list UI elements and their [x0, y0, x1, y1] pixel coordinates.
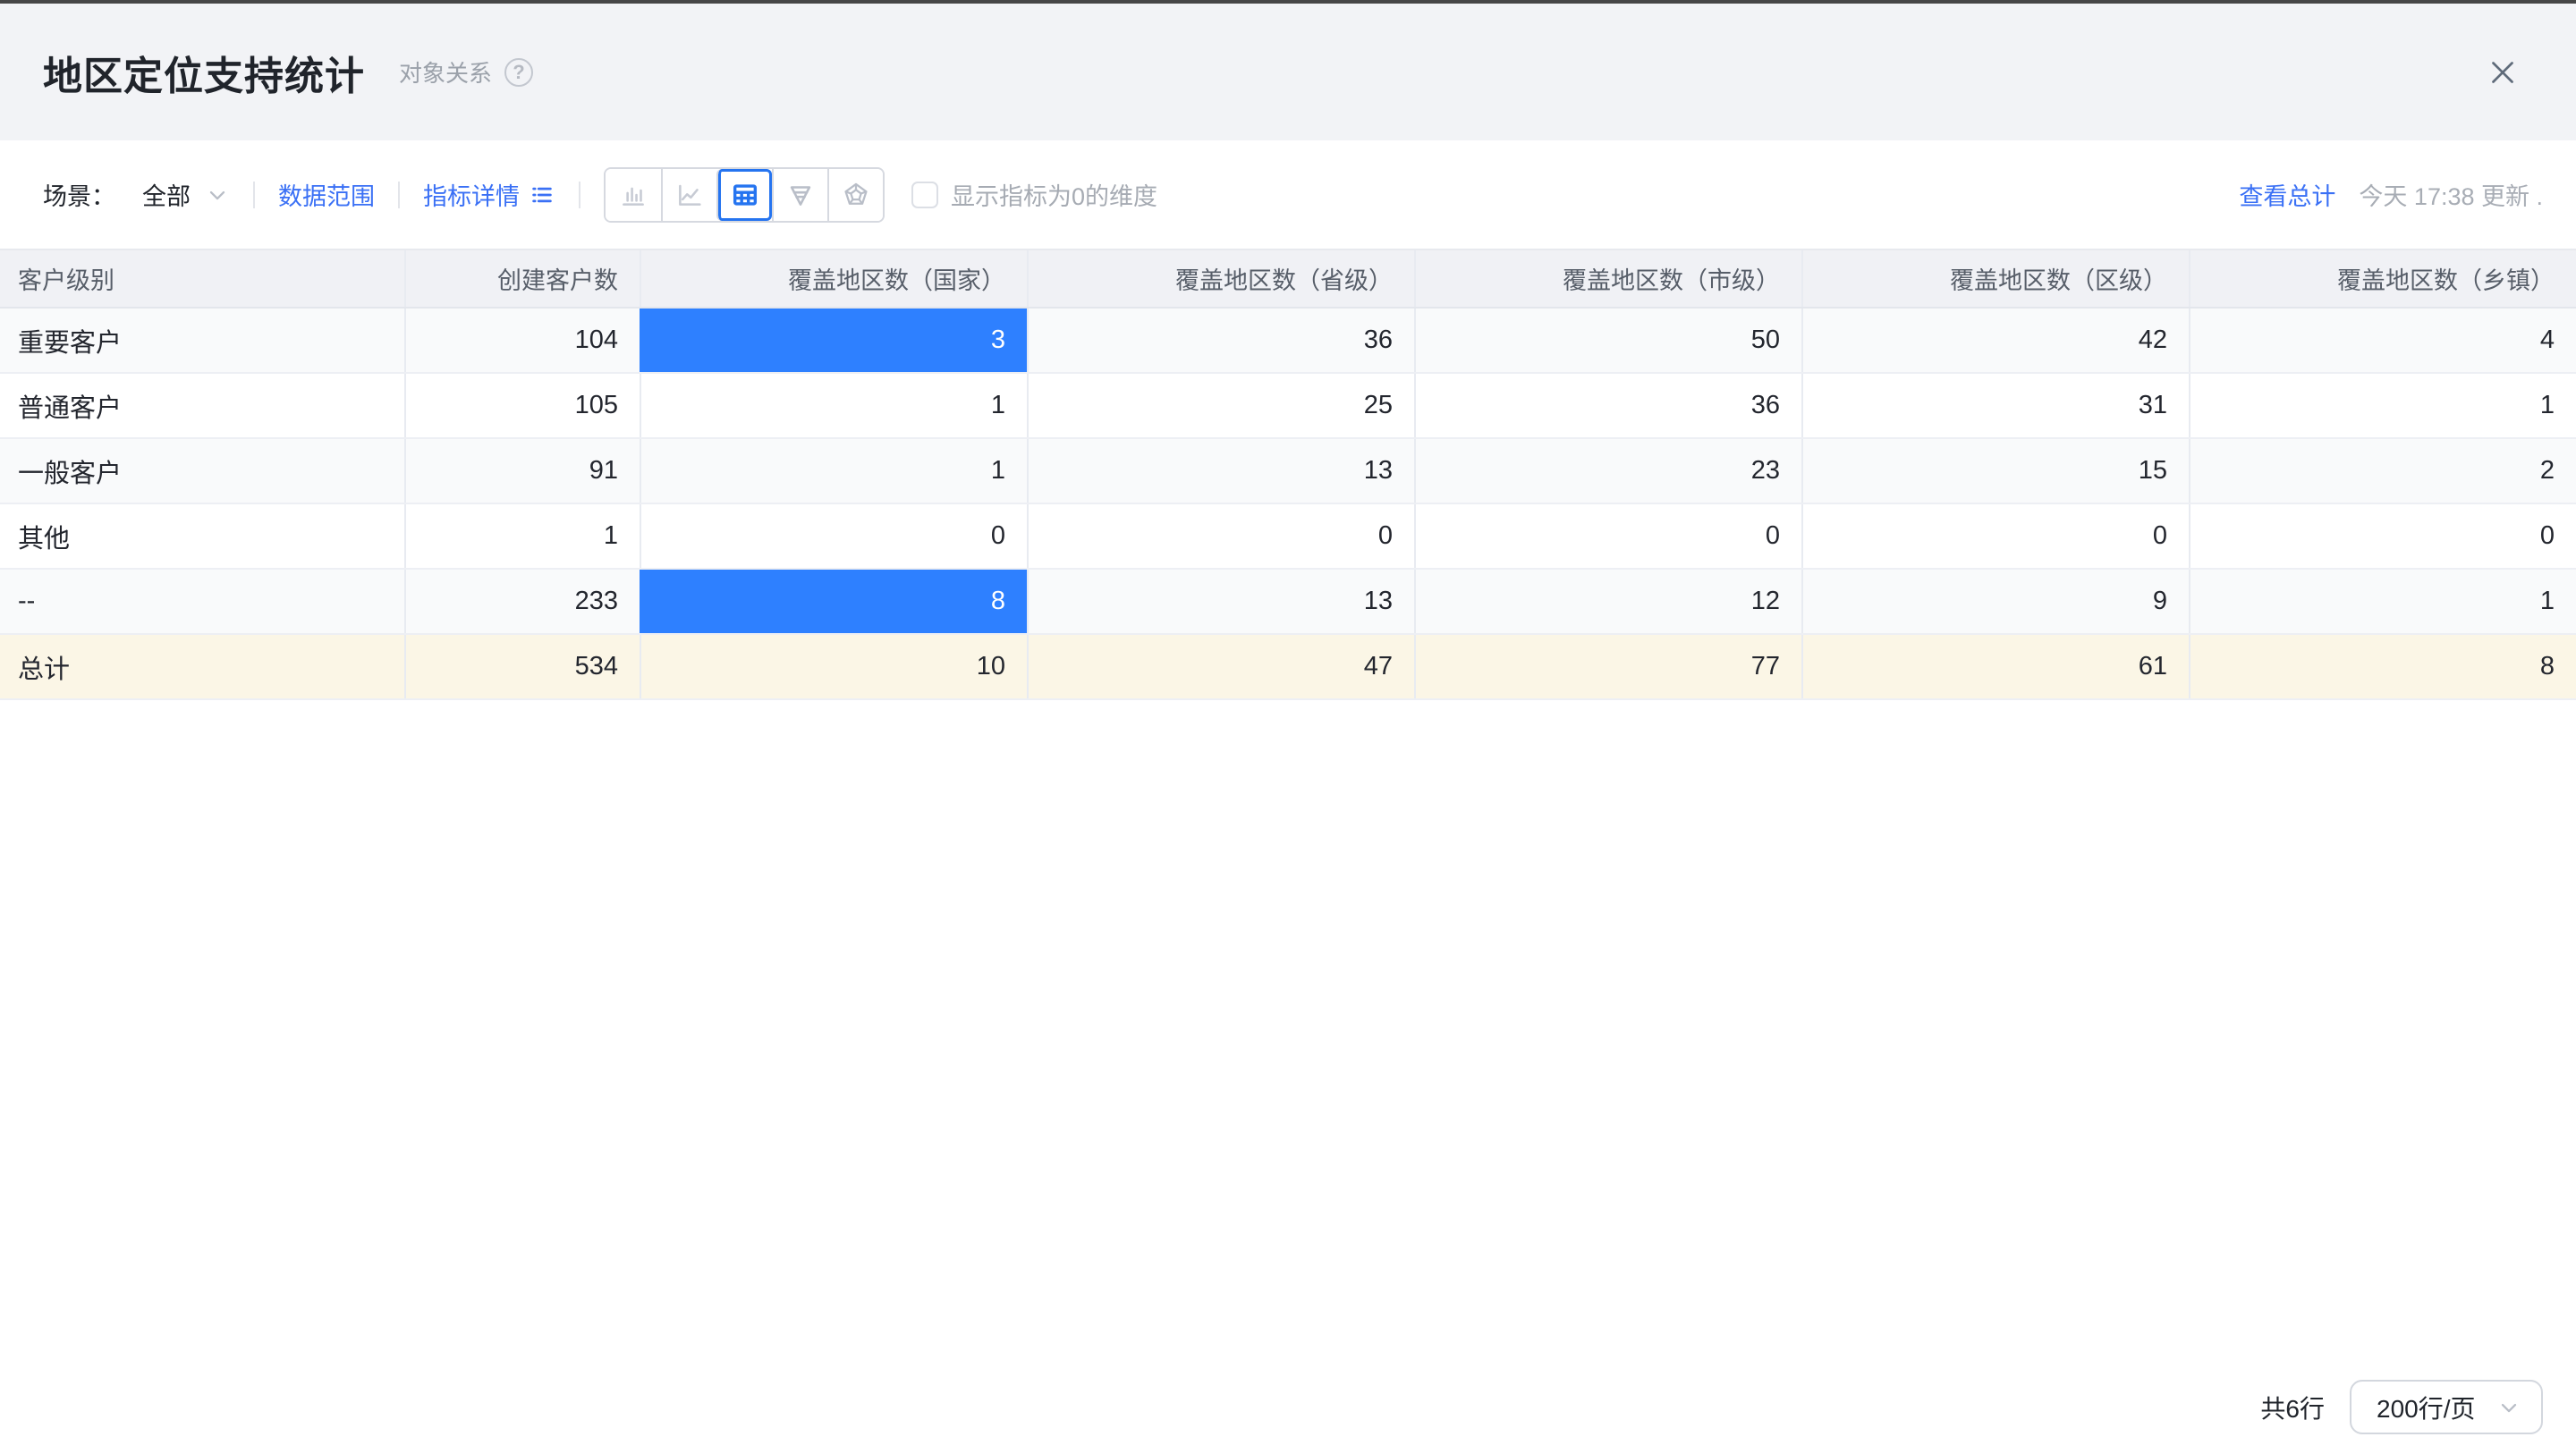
cell[interactable]: 9 [1801, 570, 2189, 633]
cell[interactable]: 8 [640, 570, 1027, 633]
total-row: 总计534104777618 [0, 635, 2576, 700]
cell[interactable]: 4 [2189, 309, 2576, 372]
stats-table: 客户级别创建客户数覆盖地区数（国家）覆盖地区数（省级）覆盖地区数（市级）覆盖地区… [0, 249, 2576, 700]
table-icon[interactable] [716, 169, 772, 221]
chevron-down-icon [205, 182, 230, 207]
metric-detail-link[interactable]: 指标详情 [423, 177, 555, 212]
table-body: 重要客户10433650424普通客户10512536311一般客户911132… [0, 309, 2576, 700]
modal-header: 地区定位支持统计 对象关系 ? [0, 4, 2576, 140]
divider [398, 182, 400, 208]
cell[interactable]: 1 [2189, 570, 2576, 633]
show-zero-label: 显示指标为0的维度 [951, 177, 1157, 212]
radar-icon[interactable] [827, 169, 883, 221]
cell[interactable]: 3 [640, 309, 1027, 372]
updated-timestamp: 今天 17:38 更新 . [2359, 177, 2543, 212]
line-chart-icon[interactable] [661, 169, 716, 221]
column-header: 创建客户数 [404, 250, 640, 307]
row-count: 共6行 [2260, 1390, 2325, 1425]
view-mode-group [604, 167, 885, 223]
cell[interactable]: 233 [404, 570, 640, 633]
cell[interactable]: 31 [1801, 374, 2189, 437]
row-label: 重要客户 [0, 309, 404, 372]
cell[interactable]: 0 [1801, 504, 2189, 568]
list-icon [529, 182, 555, 208]
row-label: 一般客户 [0, 439, 404, 503]
bar-chart-icon[interactable] [606, 169, 661, 221]
cell[interactable]: 105 [404, 374, 640, 437]
cell[interactable]: 42 [1801, 309, 2189, 372]
cell[interactable]: 15 [1801, 439, 2189, 503]
table-row: 一般客户9111323152 [0, 439, 2576, 504]
object-relation-label: 对象关系 [399, 55, 492, 89]
table-row: 其他100000 [0, 504, 2576, 570]
cell[interactable]: 50 [1414, 309, 1801, 372]
row-label: 其他 [0, 504, 404, 568]
cell[interactable]: 12 [1414, 570, 1801, 633]
divider [579, 182, 580, 208]
table-row: 普通客户10512536311 [0, 374, 2576, 439]
column-header: 覆盖地区数（省级） [1027, 250, 1414, 307]
cell[interactable]: 534 [404, 635, 640, 698]
show-zero-checkbox[interactable]: 显示指标为0的维度 [911, 177, 1157, 212]
cell[interactable]: 36 [1027, 309, 1414, 372]
cell[interactable]: 1 [640, 374, 1027, 437]
page-title: 地区定位支持统计 [43, 44, 365, 101]
cell[interactable]: 1 [640, 439, 1027, 503]
metric-detail-label: 指标详情 [423, 177, 520, 212]
page-size-value: 200行/页 [2377, 1390, 2476, 1425]
divider [253, 182, 255, 208]
cell[interactable]: 0 [640, 504, 1027, 568]
funnel-icon[interactable] [772, 169, 827, 221]
data-range-link[interactable]: 数据范围 [278, 177, 375, 212]
cell[interactable]: 23 [1414, 439, 1801, 503]
scene-label: 场景： [43, 177, 115, 212]
cell[interactable]: 25 [1027, 374, 1414, 437]
cell[interactable]: 36 [1414, 374, 1801, 437]
toolbar: 场景： 全部 数据范围 指标详情 [0, 140, 2576, 249]
cell[interactable]: 1 [404, 504, 640, 568]
cell[interactable]: 13 [1027, 570, 1414, 633]
cell[interactable]: 47 [1027, 635, 1414, 698]
table-row: --2338131291 [0, 570, 2576, 635]
cell[interactable]: 13 [1027, 439, 1414, 503]
cell[interactable]: 61 [1801, 635, 2189, 698]
row-label: -- [0, 570, 404, 633]
cell[interactable]: 8 [2189, 635, 2576, 698]
scene-select[interactable]: 全部 [142, 177, 230, 212]
view-total-link[interactable]: 查看总计 [2239, 177, 2335, 212]
column-header: 覆盖地区数（国家） [640, 250, 1027, 307]
row-label: 普通客户 [0, 374, 404, 437]
cell[interactable]: 104 [404, 309, 640, 372]
question-circle-icon[interactable]: ? [504, 58, 533, 87]
cell[interactable]: 91 [404, 439, 640, 503]
column-header: 覆盖地区数（市级） [1414, 250, 1801, 307]
column-header: 覆盖地区数（乡镇） [2189, 250, 2576, 307]
column-header: 客户级别 [0, 250, 404, 307]
cell[interactable]: 77 [1414, 635, 1801, 698]
table-row: 重要客户10433650424 [0, 309, 2576, 374]
close-icon[interactable] [2483, 53, 2522, 92]
checkbox-box[interactable] [911, 182, 938, 208]
pagination: 共6行 200行/页 [2260, 1380, 2543, 1434]
cell[interactable]: 2 [2189, 439, 2576, 503]
column-header: 覆盖地区数（区级） [1801, 250, 2189, 307]
cell[interactable]: 0 [1027, 504, 1414, 568]
cell[interactable]: 0 [2189, 504, 2576, 568]
row-label: 总计 [0, 635, 404, 698]
cell[interactable]: 1 [2189, 374, 2576, 437]
chevron-down-icon [2496, 1395, 2521, 1420]
page-size-select[interactable]: 200行/页 [2350, 1380, 2543, 1434]
cell[interactable]: 0 [1414, 504, 1801, 568]
table-header-row: 客户级别创建客户数覆盖地区数（国家）覆盖地区数（省级）覆盖地区数（市级）覆盖地区… [0, 249, 2576, 309]
scene-selected-value: 全部 [142, 177, 191, 212]
cell[interactable]: 10 [640, 635, 1027, 698]
